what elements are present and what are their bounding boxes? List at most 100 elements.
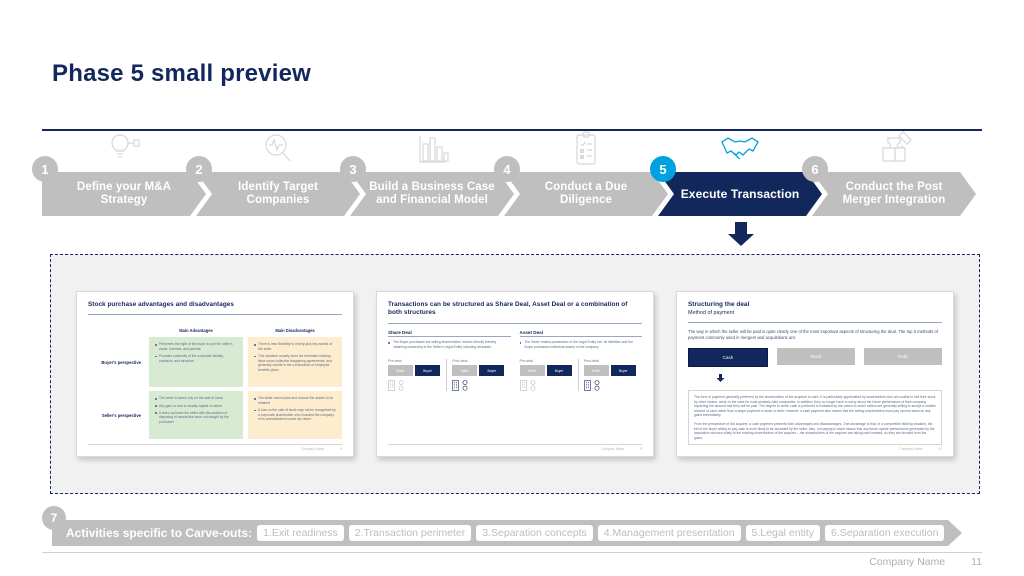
thumb3-footer-company: Company Name: [899, 447, 923, 451]
process-step-chevron-5[interactable]: Execute Transaction: [658, 172, 822, 216]
thumb1-footer-page: 9: [340, 447, 342, 451]
matrix-col-head-advantages: Main Advantages: [179, 328, 213, 334]
carve-outs-chevron: Activities specific to Carve-outs: 1.Exi…: [52, 520, 962, 546]
payment-option-debt[interactable]: Debt: [864, 348, 942, 365]
process-step-chevron-6[interactable]: Conduct the Post Merger Integration: [812, 172, 976, 216]
process-step-chevron-1[interactable]: Define your M&A Strategy: [42, 172, 206, 216]
carve-outs-bar: 7 Activities specific to Carve-outs: 1.E…: [42, 506, 962, 546]
deal-party-boxes: Seller Buyer: [388, 365, 441, 376]
payment-options: Cash Stock Debt: [688, 348, 942, 367]
thumb2-title: Transactions can be structured as Share …: [388, 301, 628, 317]
process-steps-bar: 1 Define your M&A Strategy 2 Identify Targ…: [32, 131, 982, 240]
process-step-label-1: Define your M&A Strategy: [76, 181, 172, 206]
preview-slide-stock-purchase[interactable]: Stock purchase advantages and disadvanta…: [76, 291, 354, 457]
deal-columns: Share Deal The Buyer purchases the sellin…: [388, 330, 642, 391]
thumb1-title: Stock purchase advantages and disadvanta…: [88, 301, 234, 308]
process-step-2[interactable]: 2 Identify Target Companies: [186, 134, 360, 216]
deal-phase-label: Pre-deal: [388, 358, 402, 363]
slide-footer: Company Name 11: [869, 556, 982, 568]
process-step-badge-3: 3: [340, 156, 366, 182]
thumb3-divider: [688, 322, 942, 324]
matrix-bullet: This structure usually does not terminat…: [254, 354, 337, 372]
deal-phase-label: Pre-deal: [519, 358, 534, 363]
process-step-label-3: Build a Business Case and Financial Mode…: [369, 181, 495, 206]
process-step-chevron-2[interactable]: Identify Target Companies: [196, 172, 360, 216]
magnifier-pulse-icon: [256, 130, 300, 168]
matrix-bullet: The seller is taxed only on the sale of …: [155, 396, 238, 401]
page-title: Phase 5 small preview: [52, 60, 312, 87]
payment-option-cash[interactable]: Cash: [688, 348, 768, 367]
deal-phases: Pre-deal Seller Buyer Post-deal Seller Buyer: [388, 358, 511, 391]
matrix-cell-seller-advantages: The seller is taxed only on the sale of …: [149, 391, 243, 440]
clipboard-checklist-icon: [564, 130, 608, 168]
process-step-chevron-3[interactable]: Build a Business Case and Financial Mode…: [350, 172, 514, 216]
process-step-3[interactable]: 3 Build a Business Case and Financial Mod…: [340, 136, 514, 216]
deal-box-seller: Seller: [519, 365, 545, 376]
deal-box-buyer: Buyer: [546, 365, 572, 376]
carve-out-item[interactable]: 3.Separation concepts: [476, 525, 593, 541]
payment-option-stock[interactable]: Stock: [777, 348, 855, 365]
deal-entity-icons: [452, 380, 505, 391]
matrix-bullet: Preserves the right of the buyer to use …: [155, 342, 238, 351]
payment-selected-arrow: [716, 369, 942, 387]
deal-party-boxes: Seller Buyer: [583, 365, 637, 376]
process-step-4[interactable]: 4 Conduct a Due Diligence: [494, 131, 668, 216]
process-step-1[interactable]: 1 Define your M&A Strategy: [32, 134, 206, 216]
carve-out-item[interactable]: 1.Exit readiness: [257, 525, 344, 541]
thumb2-footer: Company Name 9: [388, 444, 642, 451]
deal-column-bullet: The Seller retains possession of the Leg…: [519, 340, 643, 349]
footer-page-number: 11: [971, 556, 982, 568]
deal-box-seller: Seller: [583, 365, 609, 376]
deal-entity-icons: [583, 380, 637, 391]
process-step-5[interactable]: 5 Execute Transaction: [650, 137, 822, 216]
carve-out-item[interactable]: 2.Transaction perimeter: [349, 525, 472, 541]
process-step-label-4: Conduct a Due Diligence: [544, 181, 628, 206]
carve-out-item[interactable]: 6.Separation execution: [825, 525, 944, 541]
matrix-row-head-buyer: Buyer's perspective: [101, 359, 141, 365]
process-step-6[interactable]: 6 Conduct the Post Merger Integration: [802, 131, 976, 216]
carve-out-item[interactable]: 4.Management presentation: [598, 525, 741, 541]
deal-phase-pre-deal: Pre-deal Seller Buyer: [519, 358, 579, 391]
thumb3-title: Structuring the deal: [688, 301, 750, 308]
process-step-label-6: Conduct the Post Merger Integration: [842, 181, 946, 206]
carve-outs-title: Activities specific to Carve-outs:: [66, 526, 253, 540]
matrix-bullet: Provides continuity of the corporate ide…: [155, 354, 238, 363]
thumb1-divider: [88, 314, 342, 316]
thumb2-divider: [388, 322, 642, 324]
deal-column-head: Share Deal: [388, 330, 511, 338]
puzzle-icon: [872, 130, 916, 168]
deal-column-share: Share Deal The Buyer purchases the sellin…: [388, 330, 511, 391]
thumb2-footer-company: Company Name: [601, 447, 625, 451]
deal-column-asset: Asset Deal The Seller retains possession …: [519, 330, 643, 392]
payment-paragraph: The form of payment generally preferred …: [694, 395, 936, 418]
deal-phase-label: Post-deal: [452, 358, 468, 363]
matrix-cell-buyer-advantages: Preserves the right of the buyer to use …: [149, 337, 243, 388]
deal-phase-post-deal: Post-deal Seller Buyer: [579, 359, 642, 392]
thumb3-footer: Company Name 10: [688, 444, 942, 451]
deal-party-boxes: Seller Buyer: [519, 365, 573, 376]
process-step-badge-5: 5: [650, 156, 676, 182]
deal-column-bullet: The Buyer purchases the selling sharehol…: [388, 340, 511, 349]
deal-phase-label: Post-deal: [583, 358, 599, 363]
carve-outs-step-badge: 7: [42, 506, 66, 530]
deal-box-buyer: Buyer: [415, 365, 440, 376]
deal-entity-icons: [519, 380, 573, 391]
deal-phase-pre-deal: Pre-deal Seller Buyer: [388, 358, 448, 391]
deal-column-head: Asset Deal: [519, 330, 642, 338]
deal-phases: Pre-deal Seller Buyer Post-deal Seller Buyer: [519, 358, 643, 392]
process-step-label-5: Execute Transaction: [680, 186, 800, 201]
matrix-row-head-seller: Seller's perspective: [101, 412, 141, 418]
thumb1-footer-company: Company Name: [301, 447, 325, 451]
process-step-badge-2: 2: [186, 156, 212, 182]
carve-out-item[interactable]: 5.Legal entity: [746, 525, 820, 541]
preview-slide-structuring-deal[interactable]: Structuring the deal Method of payment T…: [676, 291, 954, 457]
advantages-matrix: Main Advantages Main Disadvantages Buyer…: [88, 322, 342, 440]
thumb2-footer-page: 9: [640, 447, 642, 451]
deal-box-buyer: Buyer: [610, 365, 636, 376]
matrix-bullet: Any gain or loss is usually capital in n…: [155, 404, 238, 409]
deal-box-seller: Seller: [388, 365, 413, 376]
preview-slide-deal-structures[interactable]: Transactions can be structured as Share …: [376, 291, 654, 457]
process-step-chevron-4[interactable]: Conduct a Due Diligence: [504, 172, 668, 216]
matrix-bullet: There is less flexibility to cherry-pick…: [254, 342, 337, 351]
lightbulb-icon: [102, 130, 146, 168]
